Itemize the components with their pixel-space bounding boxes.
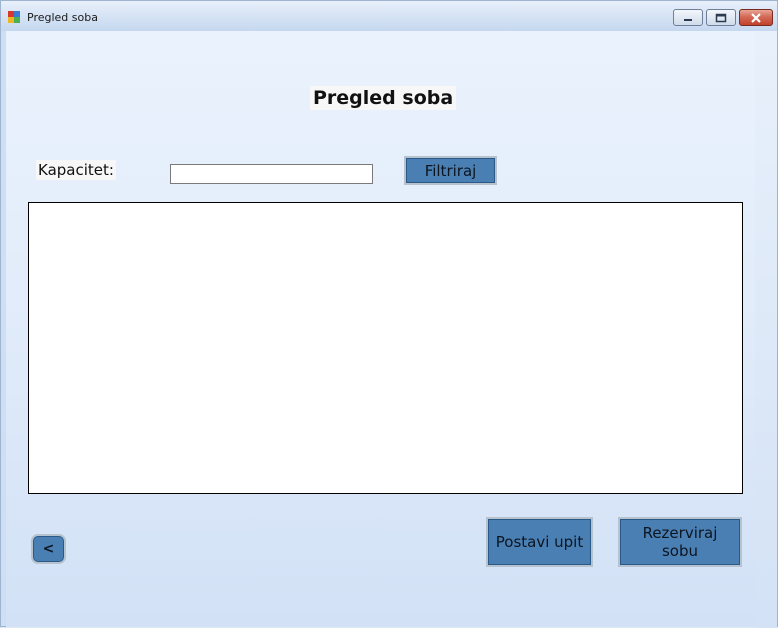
title-bar[interactable]: Pregled soba bbox=[1, 1, 777, 31]
capacity-input[interactable] bbox=[170, 164, 373, 184]
maximize-icon bbox=[715, 13, 727, 22]
reserve-room-label-line2: sobu bbox=[661, 542, 699, 560]
window-title: Pregled soba bbox=[27, 11, 98, 24]
maximize-button[interactable] bbox=[706, 9, 736, 26]
app-window: Pregled soba Pregled soba Kapacitet: Fil… bbox=[0, 0, 778, 628]
reserve-room-label-line1: Rezerviraj bbox=[642, 524, 718, 542]
rooms-listbox[interactable] bbox=[28, 202, 743, 494]
page-title: Pregled soba bbox=[310, 86, 457, 110]
minimize-icon bbox=[684, 18, 692, 21]
filter-button-label: Filtriraj bbox=[424, 161, 477, 180]
app-icon bbox=[8, 11, 21, 24]
back-button-label: < bbox=[42, 541, 55, 557]
filter-button[interactable]: Filtriraj bbox=[404, 156, 497, 185]
minimize-button[interactable] bbox=[673, 9, 703, 26]
back-button[interactable]: < bbox=[31, 534, 66, 564]
close-icon bbox=[751, 12, 761, 23]
ask-question-button[interactable]: Postavi upit bbox=[486, 517, 593, 567]
ask-question-label: Postavi upit bbox=[495, 533, 584, 551]
close-button[interactable] bbox=[739, 9, 773, 26]
capacity-label: Kapacitet: bbox=[36, 160, 116, 180]
window-edge bbox=[755, 31, 777, 628]
reserve-room-button[interactable]: Rezerviraj sobu bbox=[618, 517, 742, 567]
